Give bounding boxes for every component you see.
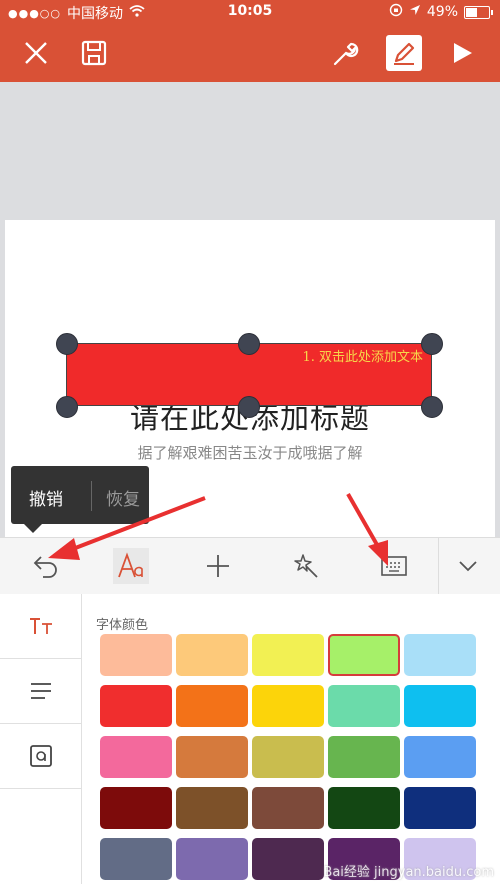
align-icon [30,683,51,699]
font-color-label: 字体颜色 [96,618,149,633]
color-swatch[interactable] [252,838,324,880]
paragraph-tab[interactable] [0,659,81,724]
color-swatch[interactable] [252,787,324,829]
resize-handle-top-right[interactable] [421,333,443,355]
color-swatch[interactable] [328,685,400,727]
color-swatch[interactable] [252,736,324,778]
format-panel: 字体颜色 [0,594,500,884]
annotation-arrow-left [48,496,206,560]
shape-tab[interactable] [0,724,81,789]
annotation-arrow-right [346,493,388,566]
color-swatch[interactable] [176,685,248,727]
color-swatch[interactable] [100,685,172,727]
pen-edit-icon[interactable] [386,35,422,71]
resize-handle-bottom-left[interactable] [56,396,78,418]
color-swatch[interactable] [328,736,400,778]
battery-icon [464,5,493,19]
resize-handle-bottom-right[interactable] [421,396,443,418]
color-swatch[interactable] [252,685,324,727]
location-icon [409,4,421,20]
color-swatch[interactable] [176,838,248,880]
resize-handle-top-center[interactable] [238,333,260,355]
text-size-icon [29,618,52,634]
save-icon[interactable] [76,35,112,71]
color-swatch[interactable] [100,634,172,676]
play-icon[interactable] [444,35,480,71]
wrench-icon[interactable] [328,35,364,71]
battery-percent: 49% [426,4,458,20]
text-box-content: 1. 双击此处添加文本 [302,350,423,365]
color-swatch[interactable] [100,787,172,829]
slide-subtitle[interactable]: 据了解艰难困苦玉汝于成哦据了解 [0,442,500,463]
color-swatch[interactable] [252,634,324,676]
magic-wand-icon[interactable] [288,548,324,584]
chevron-down-icon[interactable] [450,548,486,584]
color-swatch[interactable] [404,787,476,829]
color-swatch[interactable] [176,634,248,676]
resize-handle-top-left[interactable] [56,333,78,355]
color-swatch[interactable] [404,736,476,778]
color-swatch[interactable] [100,736,172,778]
color-swatch[interactable] [328,787,400,829]
toolbar-divider [438,538,439,594]
rotation-lock-icon [389,3,403,21]
close-icon[interactable] [18,35,54,71]
status-bar: ●●●○○ 中国移动 10:05 49% [0,0,500,24]
color-swatch[interactable] [176,736,248,778]
textbox-icon [29,745,52,767]
color-swatch[interactable] [404,685,476,727]
color-swatch[interactable] [100,838,172,880]
resize-handle-bottom-center[interactable] [238,396,260,418]
color-swatch[interactable] [404,634,476,676]
color-swatch[interactable] [328,634,400,676]
watermark: Bai经验 jingyan.baidu.com [323,865,494,880]
format-sidebar [0,594,82,884]
color-swatch[interactable] [176,787,248,829]
text-format-tab[interactable] [0,594,81,659]
app-toolbar [0,24,500,82]
